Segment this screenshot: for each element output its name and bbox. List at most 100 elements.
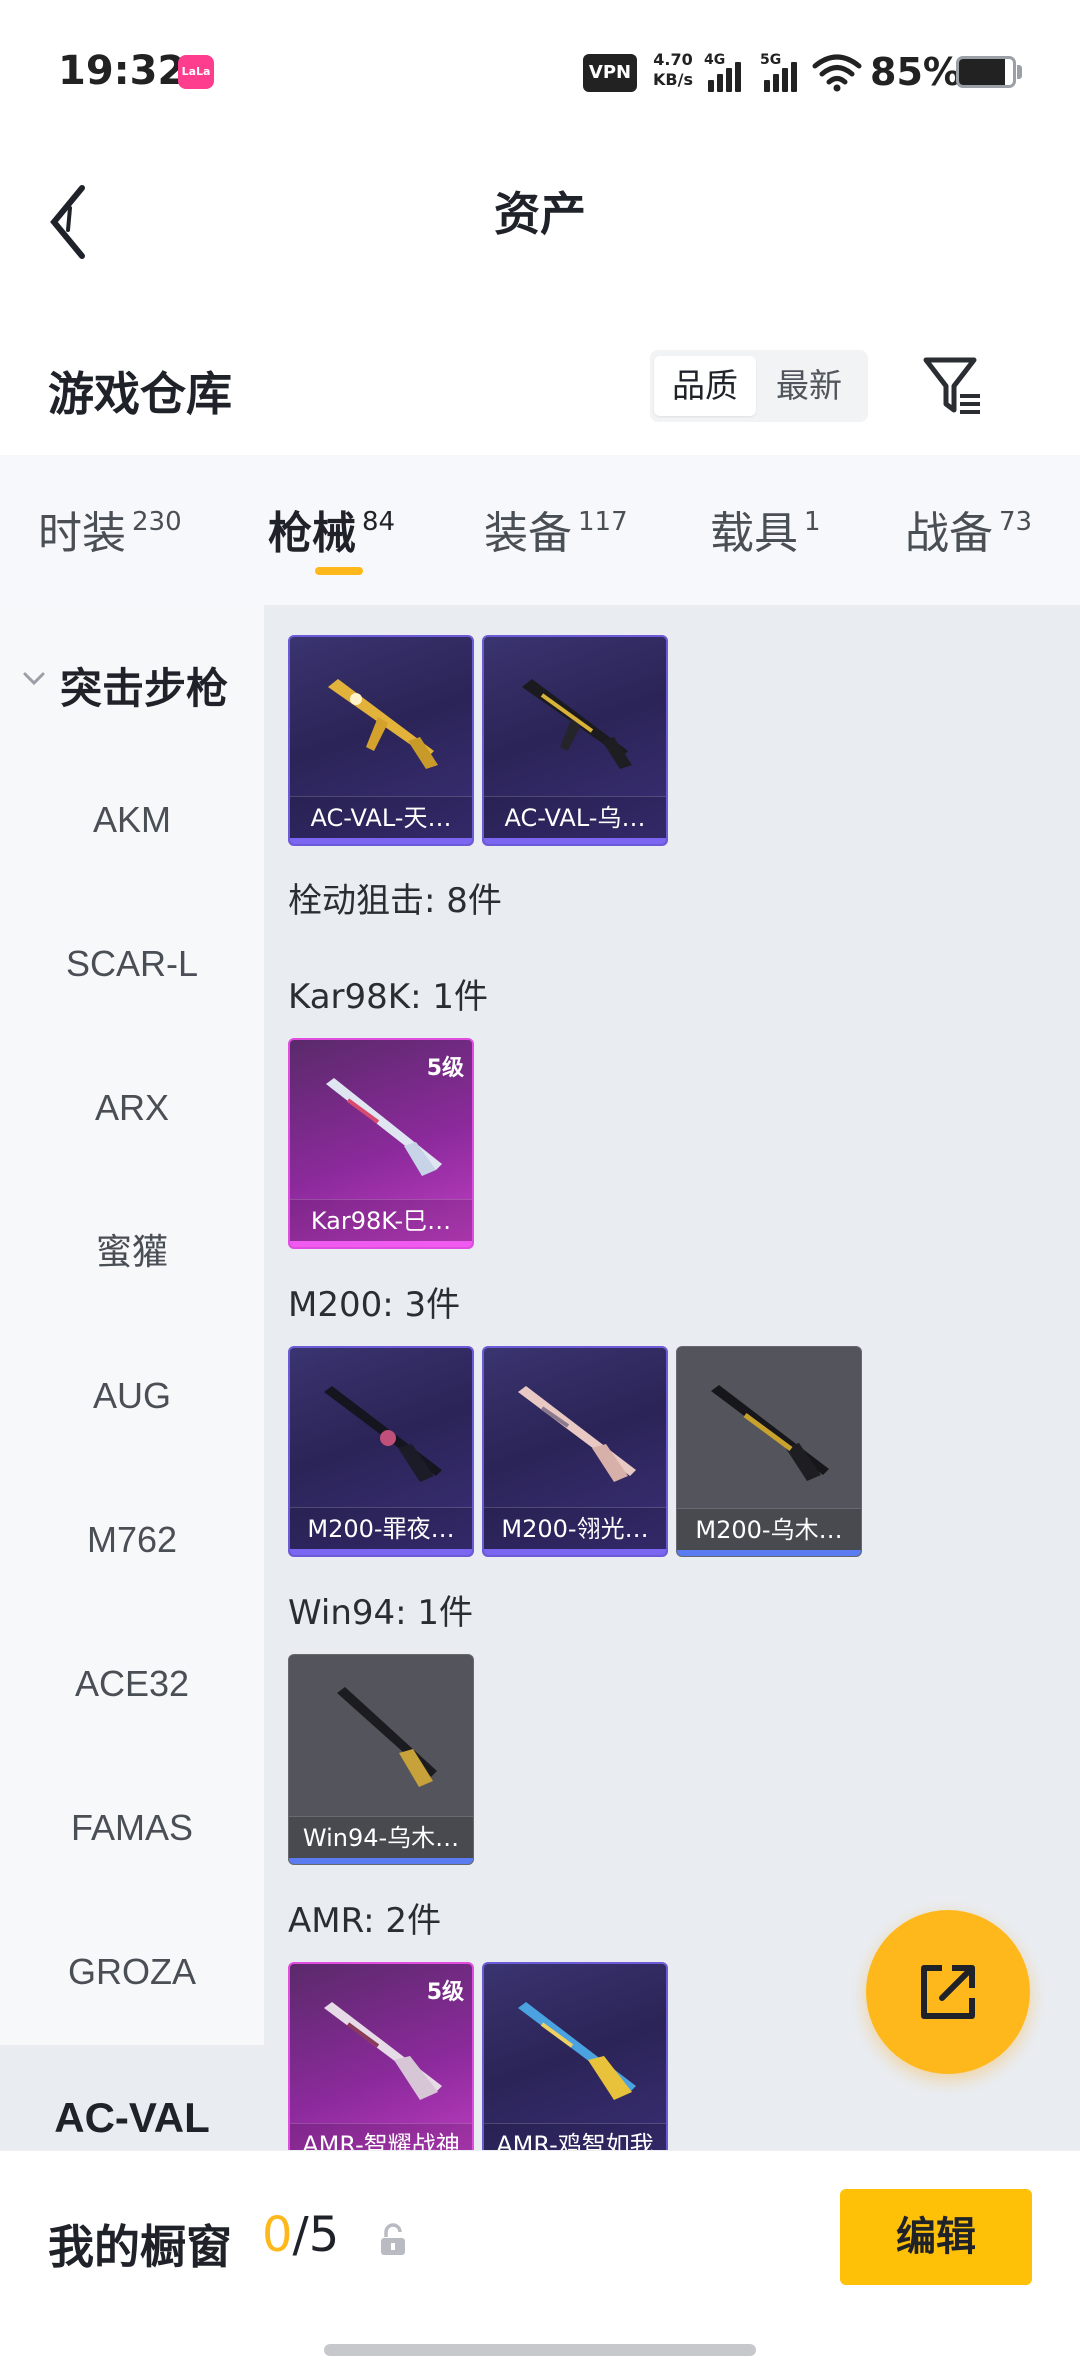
active-tab-indicator: [315, 567, 363, 575]
share-fab-button[interactable]: [866, 1910, 1030, 2074]
signal-4g-label: 4G: [704, 52, 726, 68]
sniper-skin-image: [711, 1385, 829, 1481]
network-speed-unit: KB/s: [653, 70, 693, 89]
warehouse-title: 游戏仓库: [48, 367, 232, 421]
weapon-card-name: AMR-鸡智如我: [484, 2123, 666, 2150]
tab-vehicles[interactable]: 载具 1: [710, 497, 821, 561]
battery-icon: [956, 56, 1016, 88]
tab-vehicles-label: 载具: [710, 508, 798, 559]
weapon-card[interactable]: AMR-鸡智如我: [482, 1962, 668, 2150]
weapon-card-name: AC-VAL-乌…: [484, 796, 666, 838]
weapon-card[interactable]: M200-乌木…: [676, 1346, 862, 1557]
sidebar-item-aug[interactable]: AUG: [0, 1356, 264, 1436]
weapon-card-name: M200-乌木…: [677, 1508, 861, 1550]
weapon-card[interactable]: 5级 Kar98K-巳…: [288, 1038, 474, 1249]
section-title: M200: 3件: [288, 1285, 461, 1325]
section-title: AMR: 2件: [288, 1901, 442, 1941]
showcase-total: /5: [292, 2207, 340, 2263]
weapon-card-name: AMR-智耀战神: [290, 2123, 472, 2150]
rifle-skin-image: [522, 679, 632, 769]
weapon-card-name: M200-翎光…: [484, 1507, 666, 1549]
weapon-card-name: Win94-乌木…: [289, 1816, 473, 1858]
sidebar-group-label: 突击步枪: [60, 664, 229, 713]
weapon-card-name: AC-VAL-天…: [290, 796, 472, 838]
sidebar-item-honey-badger[interactable]: 蜜獾: [0, 1212, 264, 1292]
rarity-bar: [289, 1858, 473, 1864]
showcase-title: 我的橱窗: [48, 2220, 232, 2274]
tab-guns-count: 84: [362, 507, 396, 537]
category-title: 栓动狙击: 8件: [288, 881, 502, 921]
share-external-icon: [921, 1965, 975, 2019]
sort-quality-button[interactable]: 品质: [654, 356, 756, 416]
home-indicator[interactable]: [324, 2344, 756, 2356]
category-tabs: 时装 230 枪械 84 装备 117 载具 1 战备 73: [0, 455, 1080, 605]
sidebar-group-assault-rifles[interactable]: 突击步枪: [0, 645, 264, 717]
weapon-card[interactable]: AC-VAL-天…: [288, 635, 474, 846]
battery-tip: [1017, 65, 1022, 79]
tab-equipment-label: 装备: [484, 508, 572, 559]
rifle-skin-image: [337, 1687, 437, 1787]
showcase-current: 0: [262, 2207, 293, 2263]
tab-guns-label: 枪械: [268, 508, 356, 559]
tab-equipment[interactable]: 装备 117: [484, 497, 628, 561]
weapon-sidebar: 突击步枪 AKM SCAR-L ARX 蜜獾 AUG M762 ACE32 FA…: [0, 605, 264, 2150]
edit-button[interactable]: 编辑: [840, 2189, 1032, 2285]
sidebar-item-m762[interactable]: M762: [0, 1500, 264, 1580]
rifle-skin-image: [328, 679, 438, 769]
tab-fashion-label: 时装: [38, 508, 126, 559]
section-title: Kar98K: 1件: [288, 977, 488, 1017]
tab-supplies-count: 73: [999, 507, 1033, 537]
showcase-count: 0/5: [262, 2207, 339, 2263]
signal-4g-icon: 4G: [704, 52, 748, 92]
sidebar-item-arx[interactable]: ARX: [0, 1068, 264, 1148]
vpn-icon: VPN: [583, 54, 637, 92]
network-speed: 4.70 KB/s: [648, 50, 698, 90]
tab-equipment-count: 117: [578, 507, 628, 537]
weapon-card[interactable]: 5级 AMR-智耀战神: [288, 1962, 474, 2150]
weapon-card[interactable]: AC-VAL-乌…: [482, 635, 668, 846]
status-bar: 19:32 LaLa VPN 4.70 KB/s 4G 5G 85%: [0, 0, 1080, 150]
sniper-skin-image: [518, 1386, 636, 1482]
sort-toggle: 品质 最新: [650, 350, 868, 422]
clock: 19:32: [58, 48, 186, 94]
tab-vehicles-count: 1: [804, 507, 821, 537]
sniper-skin-image: [326, 1078, 442, 1176]
sidebar-item-akm[interactable]: AKM: [0, 780, 264, 860]
weapon-card[interactable]: M200-罪夜…: [288, 1346, 474, 1557]
tab-supplies[interactable]: 战备 73: [905, 497, 1032, 561]
sidebar-item-ace32[interactable]: ACE32: [0, 1644, 264, 1724]
weapon-card-name: Kar98K-巳…: [290, 1199, 472, 1241]
tab-guns[interactable]: 枪械 84: [268, 497, 395, 561]
rarity-bar: [290, 1549, 472, 1555]
lock-icon: [381, 2223, 405, 2255]
rarity-bar: [484, 1549, 666, 1555]
sidebar-item-scar-l[interactable]: SCAR-L: [0, 924, 264, 1004]
rarity-bar: [677, 1550, 861, 1556]
signal-5g-icon: 5G: [760, 52, 804, 92]
wifi-icon: [812, 54, 862, 92]
network-speed-value: 4.70: [653, 50, 693, 69]
sidebar-item-groza[interactable]: GROZA: [0, 1932, 264, 2012]
warehouse-toolbar: 游戏仓库 品质 最新: [0, 330, 1080, 450]
rarity-bar: [290, 1241, 472, 1247]
rarity-bar: [290, 838, 472, 844]
weapon-card[interactable]: Win94-乌木…: [288, 1654, 474, 1865]
sidebar-item-famas[interactable]: FAMAS: [0, 1788, 264, 1868]
weapon-card[interactable]: M200-翎光…: [482, 1346, 668, 1557]
tab-supplies-label: 战备: [905, 508, 993, 559]
app-notification-icon: LaLa: [178, 55, 214, 89]
sniper-skin-image: [324, 2002, 442, 2100]
page-title: 资产: [494, 187, 586, 241]
sort-newest-button[interactable]: 最新: [758, 356, 860, 416]
rarity-bar: [484, 838, 666, 844]
battery-percent: 85%: [870, 50, 961, 94]
section-title: Win94: 1件: [288, 1593, 474, 1633]
sniper-skin-image: [518, 2002, 636, 2100]
showcase-bar: 我的橱窗 0/5 编辑: [0, 2150, 1080, 2375]
signal-5g-label: 5G: [760, 52, 782, 68]
sidebar-item-ac-val[interactable]: AC-VAL: [0, 2045, 264, 2150]
weapon-card-name: M200-罪夜…: [290, 1507, 472, 1549]
tab-fashion[interactable]: 时装 230: [38, 497, 182, 561]
filter-icon[interactable]: [920, 354, 984, 418]
chevron-down-icon: [23, 672, 45, 686]
